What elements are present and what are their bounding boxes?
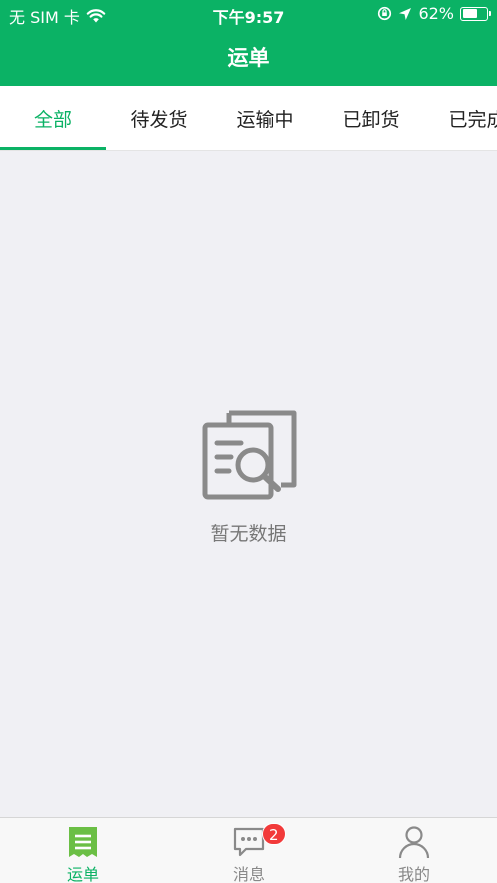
tabbar-label-waybill: 运单 xyxy=(66,865,99,883)
tabbar-label-me: 我的 xyxy=(397,865,430,883)
location-arrow-icon xyxy=(399,7,412,20)
tab-all[interactable]: 全部 xyxy=(0,86,106,150)
tab-completed[interactable]: 已完成 xyxy=(424,86,497,150)
header: 无 SIM 卡 下午9:57 62% 运单 xyxy=(0,0,497,86)
empty-state: 暂无数据 xyxy=(0,405,497,546)
tabbar-item-me[interactable]: 我的 xyxy=(331,818,497,883)
status-right: 62% xyxy=(377,4,491,23)
app-screen: 无 SIM 卡 下午9:57 62% 运单 全部 待发货 运输中 已卸货 已完 … xyxy=(0,0,497,883)
tabbar-label-messages: 消息 xyxy=(232,865,265,883)
tab-pending-shipment[interactable]: 待发货 xyxy=(106,86,212,150)
empty-state-text: 暂无数据 xyxy=(210,523,287,545)
tab-unloaded[interactable]: 已卸货 xyxy=(318,86,424,150)
user-icon xyxy=(398,826,430,859)
battery-icon xyxy=(460,6,491,21)
page-title: 运单 xyxy=(227,46,270,70)
message-icon xyxy=(233,827,265,857)
tabbar-item-messages[interactable]: 2 消息 xyxy=(166,818,332,883)
bottom-tab-bar: 运单 2 消息 我的 xyxy=(0,817,497,883)
waybill-icon xyxy=(69,827,97,857)
status-bar: 无 SIM 卡 下午9:57 62% xyxy=(0,0,497,28)
rotation-lock-icon xyxy=(378,6,392,21)
battery-percent: 62% xyxy=(418,4,454,23)
tabbar-item-waybill[interactable]: 运单 xyxy=(0,818,166,883)
document-search-icon xyxy=(202,410,296,500)
active-tab-indicator xyxy=(0,147,106,150)
battery-level xyxy=(462,9,477,18)
tab-in-transit[interactable]: 运输中 xyxy=(212,86,318,150)
order-status-tabs: 全部 待发货 运输中 已卸货 已完成 xyxy=(0,86,497,151)
message-count-badge: 2 xyxy=(262,823,286,845)
